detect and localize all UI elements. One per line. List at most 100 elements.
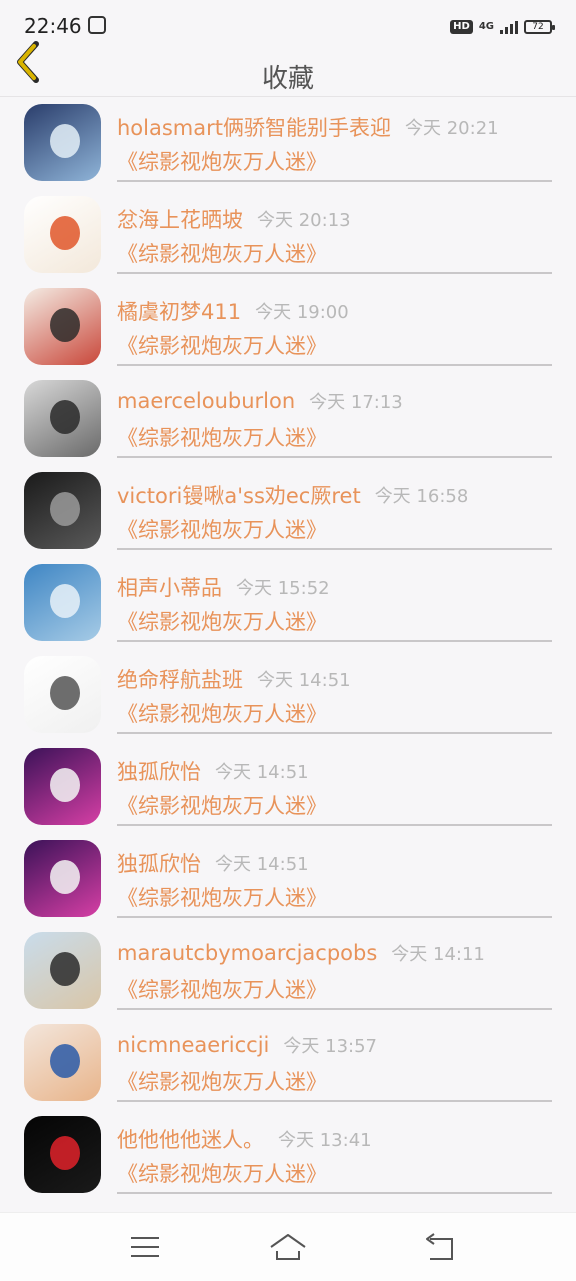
item-header: holasmart俩骄智能别手表迎 今天 20:21 <box>117 112 552 142</box>
app-notification-icon <box>88 16 106 34</box>
user-name[interactable]: nicmneaericcji <box>117 1033 269 1057</box>
book-title-link[interactable]: 《综影视炮灰万人迷》 <box>117 146 327 176</box>
menu-button[interactable] <box>125 1231 165 1263</box>
status-time: 22:46 <box>24 14 82 38</box>
divider <box>117 1100 552 1102</box>
user-name[interactable]: 独孤欣怡 <box>117 760 201 784</box>
item-header: 独孤欣怡 今天 14:51 <box>117 756 552 786</box>
book-title-link[interactable]: 《综影视炮灰万人迷》 <box>117 422 327 452</box>
item-header: marautcbymoarcjacpobs 今天 14:11 <box>117 940 552 970</box>
divider <box>117 824 552 826</box>
avatar[interactable] <box>24 288 101 365</box>
list-item[interactable]: 独孤欣怡 今天 14:51 《综影视炮灰万人迷》 <box>0 832 576 924</box>
timestamp: 今天 17:13 <box>309 392 403 413</box>
divider <box>117 1008 552 1010</box>
avatar[interactable] <box>24 748 101 825</box>
book-title-link[interactable]: 《综影视炮灰万人迷》 <box>117 330 327 360</box>
timestamp: 今天 14:51 <box>257 670 351 691</box>
divider <box>117 916 552 918</box>
timestamp: 今天 15:52 <box>236 578 330 599</box>
list-item[interactable]: nicmneaericcji 今天 13:57 《综影视炮灰万人迷》 <box>0 1016 576 1108</box>
divider <box>117 640 552 642</box>
avatar[interactable] <box>24 1024 101 1101</box>
page-title: 收藏 <box>261 64 314 94</box>
timestamp: 今天 14:11 <box>391 944 485 965</box>
user-name[interactable]: 忿海上花晒坡 <box>117 208 243 232</box>
avatar[interactable] <box>24 380 101 457</box>
book-title-link[interactable]: 《综影视炮灰万人迷》 <box>117 882 327 912</box>
signal-icon <box>500 20 518 34</box>
list-item[interactable]: 绝命稃航盐班 今天 14:51 《综影视炮灰万人迷》 <box>0 648 576 740</box>
timestamp: 今天 19:00 <box>255 302 349 323</box>
list-item[interactable]: 忿海上花晒坡 今天 20:13 《综影视炮灰万人迷》 <box>0 188 576 280</box>
timestamp: 今天 13:57 <box>283 1036 378 1057</box>
user-name[interactable]: 他他他他迷人。 <box>117 1128 264 1152</box>
home-icon <box>270 1234 306 1260</box>
user-name[interactable]: 橘虞初梦411 <box>117 300 241 324</box>
timestamp: 今天 20:21 <box>405 118 499 139</box>
item-header: victori镘啾a'ss劝ec厥ret 今天 16:58 <box>117 480 552 510</box>
item-header: 绝命稃航盐班 今天 14:51 <box>117 664 552 694</box>
divider <box>117 548 552 550</box>
item-header: 他他他他迷人。 今天 13:41 <box>117 1124 552 1154</box>
avatar[interactable] <box>24 656 101 733</box>
back-nav-button[interactable] <box>418 1231 458 1263</box>
menu-icon <box>131 1237 159 1257</box>
list-item[interactable]: victori镘啾a'ss劝ec厥ret 今天 16:58 《综影视炮灰万人迷》 <box>0 464 576 556</box>
avatar[interactable] <box>24 196 101 273</box>
user-name[interactable]: holasmart俩骄智能别手表迎 <box>117 116 391 140</box>
timestamp: 今天 13:41 <box>278 1130 372 1151</box>
return-icon <box>426 1233 453 1260</box>
avatar[interactable] <box>24 564 101 641</box>
divider <box>117 272 552 274</box>
timestamp: 今天 20:13 <box>257 210 351 231</box>
hd-icon: HD <box>450 20 473 34</box>
user-name[interactable]: 独孤欣怡 <box>117 852 201 876</box>
book-title-link[interactable]: 《综影视炮灰万人迷》 <box>117 1158 327 1188</box>
list-item[interactable]: holasmart俩骄智能别手表迎 今天 20:21 《综影视炮灰万人迷》 <box>0 96 576 188</box>
system-nav-bar <box>0 1212 576 1281</box>
divider <box>117 364 552 366</box>
book-title-link[interactable]: 《综影视炮灰万人迷》 <box>117 1066 327 1096</box>
divider <box>117 732 552 734</box>
list-item[interactable]: maercelouburlon 今天 17:13 《综影视炮灰万人迷》 <box>0 372 576 464</box>
user-name[interactable]: maercelouburlon <box>117 389 295 413</box>
item-header: 橘虞初梦411 今天 19:00 <box>117 296 552 326</box>
list-item[interactable]: 相声小蒂品 今天 15:52 《综影视炮灰万人迷》 <box>0 556 576 648</box>
divider <box>117 1192 552 1194</box>
book-title-link[interactable]: 《综影视炮灰万人迷》 <box>117 974 327 1004</box>
favorites-list: holasmart俩骄智能别手表迎 今天 20:21 《综影视炮灰万人迷》 忿海上花晒… <box>0 96 576 1212</box>
timestamp: 今天 14:51 <box>215 762 309 783</box>
book-title-link[interactable]: 《综影视炮灰万人迷》 <box>117 514 327 544</box>
book-title-link[interactable]: 《综影视炮灰万人迷》 <box>117 698 327 728</box>
header: 收藏 <box>0 41 576 97</box>
user-name[interactable]: marautcbymoarcjacpobs <box>117 941 377 965</box>
book-title-link[interactable]: 《综影视炮灰万人迷》 <box>117 790 327 820</box>
list-item[interactable]: marautcbymoarcjacpobs 今天 14:11 《综影视炮灰万人迷》 <box>0 924 576 1016</box>
user-name[interactable]: victori镘啾a'ss劝ec厥ret <box>117 484 361 508</box>
avatar[interactable] <box>24 472 101 549</box>
item-header: maercelouburlon 今天 17:13 <box>117 388 552 418</box>
network-type: 4G <box>478 21 494 32</box>
list-item[interactable]: 橘虞初梦411 今天 19:00 《综影视炮灰万人迷》 <box>0 280 576 372</box>
book-title-link[interactable]: 《综影视炮灰万人迷》 <box>117 238 327 268</box>
home-button[interactable] <box>268 1231 308 1263</box>
list-item[interactable]: 独孤欣怡 今天 14:51 《综影视炮灰万人迷》 <box>0 740 576 832</box>
timestamp: 今天 14:51 <box>215 854 309 875</box>
list-item[interactable]: 他他他他迷人。 今天 13:41 《综影视炮灰万人迷》 <box>0 1108 576 1200</box>
status-indicators: HD 4G 72 <box>450 18 555 36</box>
divider <box>117 456 552 458</box>
divider <box>117 180 552 182</box>
user-name[interactable]: 绝命稃航盐班 <box>117 668 243 692</box>
avatar[interactable] <box>24 1116 101 1193</box>
user-name[interactable]: 相声小蒂品 <box>117 576 222 600</box>
avatar[interactable] <box>24 104 101 181</box>
status-bar: 22:46 HD 4G 72 <box>0 0 576 46</box>
item-header: 忿海上花晒坡 今天 20:13 <box>117 204 552 234</box>
timestamp: 今天 16:58 <box>374 486 469 507</box>
avatar[interactable] <box>24 840 101 917</box>
avatar[interactable] <box>24 932 101 1009</box>
battery-icon: 72 <box>524 20 555 34</box>
book-title-link[interactable]: 《综影视炮灰万人迷》 <box>117 606 327 636</box>
item-header: 相声小蒂品 今天 15:52 <box>117 572 552 602</box>
